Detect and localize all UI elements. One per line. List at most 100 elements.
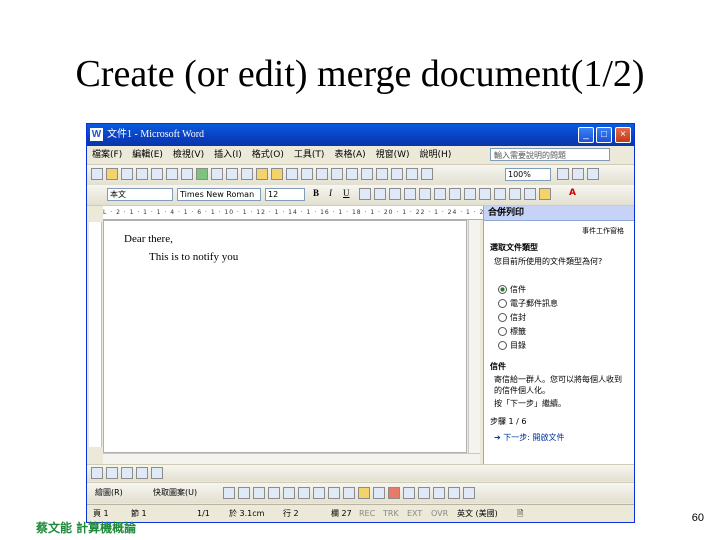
bullets-icon[interactable]	[479, 188, 491, 200]
font-color-button[interactable]: A	[569, 188, 576, 198]
arrow-icon[interactable]	[238, 487, 250, 499]
new-document-icon[interactable]	[91, 168, 103, 180]
open-folder-icon[interactable]	[106, 168, 118, 180]
menu-window[interactable]: 視窗(W)	[371, 146, 415, 164]
font-select[interactable]: Times New Roman	[177, 188, 261, 201]
normal-view-icon[interactable]	[91, 467, 103, 479]
show-hide-icon[interactable]	[421, 168, 433, 180]
radio-icon[interactable]	[498, 313, 507, 322]
word-app-icon[interactable]: W	[90, 128, 103, 141]
menu-tools[interactable]: 工具(T)	[289, 146, 330, 164]
menu-help[interactable]: 說明(H)	[415, 146, 457, 164]
underline-button[interactable]: U	[343, 188, 350, 198]
shadow-icon[interactable]	[448, 487, 460, 499]
menu-file[interactable]: 檔案(F)	[87, 146, 127, 164]
status-ext[interactable]: EXT	[407, 505, 422, 522]
line-color-icon[interactable]	[373, 487, 385, 499]
status-ovr[interactable]: OVR	[431, 505, 448, 522]
justify-icon[interactable]	[434, 188, 446, 200]
line-spacing-icon[interactable]	[449, 188, 461, 200]
cut-icon[interactable]	[226, 168, 238, 180]
fill-color-icon[interactable]	[358, 487, 370, 499]
clipart-icon[interactable]	[328, 487, 340, 499]
redo-icon[interactable]	[301, 168, 313, 180]
insert-excel-icon[interactable]	[361, 168, 373, 180]
char-border-icon[interactable]	[359, 188, 371, 200]
menu-insert[interactable]: 插入(I)	[209, 146, 247, 164]
option-letters[interactable]: 信件	[498, 284, 526, 295]
paste-icon[interactable]	[256, 168, 268, 180]
option-email[interactable]: 電子郵件訊息	[498, 298, 558, 309]
web-view-icon[interactable]	[106, 467, 118, 479]
help-search-input[interactable]: 輸入需要說明的問題	[490, 148, 610, 161]
spelling-status-icon[interactable]: 🗎	[517, 505, 523, 522]
menu-view[interactable]: 檢視(V)	[168, 146, 209, 164]
print-layout-icon[interactable]	[121, 467, 133, 479]
hyperlink-icon[interactable]	[316, 168, 328, 180]
tables-borders-icon[interactable]	[331, 168, 343, 180]
zoom-select[interactable]: 100%	[505, 168, 551, 181]
insert-table-icon[interactable]	[346, 168, 358, 180]
document-map-icon[interactable]	[406, 168, 418, 180]
bold-button[interactable]: B	[313, 188, 319, 198]
maximize-button[interactable]: □	[596, 127, 612, 143]
status-trk[interactable]: TRK	[383, 505, 399, 522]
help-icon[interactable]	[557, 168, 569, 180]
align-right-icon[interactable]	[419, 188, 431, 200]
task-pane-link[interactable]: 事件工作窗格	[582, 226, 624, 236]
dash-style-icon[interactable]	[418, 487, 430, 499]
save-icon[interactable]	[121, 168, 133, 180]
spelling-icon[interactable]	[196, 168, 208, 180]
radio-icon[interactable]	[498, 285, 507, 294]
font-effect-icon[interactable]	[374, 188, 386, 200]
align-center-icon[interactable]	[404, 188, 416, 200]
research-icon[interactable]	[211, 168, 223, 180]
drawing-icon[interactable]	[391, 168, 403, 180]
style-select[interactable]: 本文	[107, 188, 173, 201]
outside-border-icon[interactable]	[524, 188, 536, 200]
draw-menu[interactable]: 繪圖(R)	[95, 483, 123, 503]
undo-icon[interactable]	[286, 168, 298, 180]
3d-icon[interactable]	[463, 487, 475, 499]
autoshapes-menu[interactable]: 快取圖案(U)	[153, 483, 197, 503]
print-preview-icon[interactable]	[181, 168, 193, 180]
arrow-style-icon[interactable]	[433, 487, 445, 499]
permission-icon[interactable]	[136, 168, 148, 180]
decrease-indent-icon[interactable]	[494, 188, 506, 200]
document-page[interactable]: Dear there, This is to notify you	[103, 220, 467, 453]
task-pane-title[interactable]: 合併列印	[484, 206, 634, 221]
font-color-icon[interactable]	[388, 487, 400, 499]
columns-icon[interactable]	[376, 168, 388, 180]
line-icon[interactable]	[223, 487, 235, 499]
textbox-icon[interactable]	[283, 487, 295, 499]
italic-button[interactable]: I	[329, 188, 332, 198]
numbering-icon[interactable]	[464, 188, 476, 200]
radio-icon[interactable]	[498, 299, 507, 308]
oval-icon[interactable]	[268, 487, 280, 499]
email-icon[interactable]	[151, 168, 163, 180]
title-bar[interactable]: W 文件1 - Microsoft Word _ □ ×	[87, 124, 634, 146]
option-directory[interactable]: 目錄	[498, 340, 526, 351]
print-icon[interactable]	[166, 168, 178, 180]
radio-icon[interactable]	[498, 341, 507, 350]
read-icon[interactable]	[572, 168, 584, 180]
option-envelopes[interactable]: 信封	[498, 312, 526, 323]
format-painter-icon[interactable]	[271, 168, 283, 180]
diagram-icon[interactable]	[313, 487, 325, 499]
document-line-1[interactable]: Dear there,	[124, 233, 173, 245]
status-rec[interactable]: REC	[359, 505, 375, 522]
menu-edit[interactable]: 編輯(E)	[127, 146, 168, 164]
close-button[interactable]: ×	[615, 127, 631, 143]
toolbar-options-icon[interactable]	[587, 168, 599, 180]
reading-view-icon[interactable]	[151, 467, 163, 479]
rectangle-icon[interactable]	[253, 487, 265, 499]
wordart-icon[interactable]	[298, 487, 310, 499]
copy-icon[interactable]	[241, 168, 253, 180]
radio-icon[interactable]	[498, 327, 507, 336]
outline-view-icon[interactable]	[136, 467, 148, 479]
line-style-icon[interactable]	[403, 487, 415, 499]
font-size-select[interactable]: 12	[265, 188, 305, 201]
align-left-icon[interactable]	[389, 188, 401, 200]
menu-table[interactable]: 表格(A)	[329, 146, 370, 164]
vertical-scrollbar[interactable]	[468, 220, 480, 453]
